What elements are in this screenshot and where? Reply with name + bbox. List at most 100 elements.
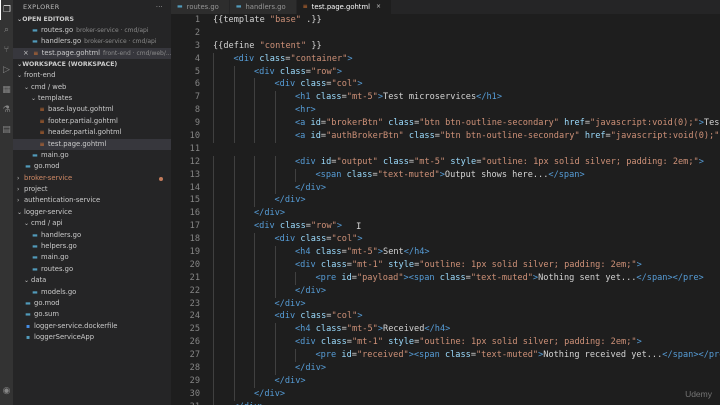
search-icon[interactable]: ⌕ — [0, 20, 13, 40]
file-item[interactable]: ▬ helpers.go — [13, 241, 171, 252]
line-number: 21 — [189, 272, 200, 283]
code-lines: 1 {{template "base" .}} 2 3 {{define "conten… — [171, 14, 720, 405]
file-item[interactable]: ▬ go.mod — [13, 161, 171, 172]
go-file-icon: ▬ — [32, 38, 38, 46]
code-text: <div class="mt-1" style="outline: 1px so… — [213, 336, 642, 350]
line-number: 25 — [189, 324, 200, 335]
tab-label: test.page.gohtml — [311, 3, 370, 11]
line-number: 6 — [194, 79, 200, 90]
close-icon[interactable]: × — [376, 0, 381, 14]
tab-routes-go[interactable]: ▬ routes.go — [171, 0, 230, 14]
open-editor-item[interactable]: ▬ handlers.go broker-service · cmd/api — [13, 36, 171, 47]
code-text: <hr> — [213, 104, 316, 118]
file-icon: ▬ — [32, 243, 38, 251]
editor-tabs: ▬ routes.go ▬ handlers.go ≡ test.page.go… — [171, 0, 720, 14]
file-item[interactable]: ▬ handlers.go — [13, 230, 171, 241]
workspace-header[interactable]: ⌄WORKSPACE (WORKSPACE) — [13, 59, 171, 70]
tree-item-label: front-end — [24, 71, 56, 80]
code-text: </div> — [213, 194, 306, 208]
file-item[interactable]: ▬ routes.go — [13, 264, 171, 275]
folder-item[interactable]: ⌄ cmd / web — [13, 82, 171, 93]
line-number: 22 — [189, 285, 200, 296]
file-item[interactable]: ▬ models.go — [13, 287, 171, 298]
close-icon[interactable]: × — [23, 49, 29, 57]
file-icon: ≡ — [39, 140, 45, 148]
extensions-icon[interactable]: ▦ — [0, 80, 13, 100]
docker-icon[interactable]: ▤ — [0, 120, 13, 140]
code-text: <a id="authBrokerBtn" class="btn btn-out… — [213, 130, 719, 143]
code-text: <h4 class="mt-5">Received</h4> — [213, 323, 450, 337]
go-file-icon: ▬ — [32, 27, 38, 34]
code-editor[interactable]: 1 {{template "base" .}} 2 3 {{define "conten… — [171, 14, 720, 405]
tab-test-page-gohtml[interactable]: ≡ test.page.gohtml × — [296, 0, 392, 14]
open-editor-item[interactable]: × ≡ test.page.gohtml front-end · cmd/web/..… — [13, 47, 171, 60]
code-line: 22 </div> — [171, 284, 720, 298]
line-number: 31 — [171, 401, 213, 405]
folder-item[interactable]: ⌄ logger-service — [13, 207, 171, 218]
line-number: 10 — [189, 131, 200, 142]
chevron-down-icon: ⌄ — [17, 72, 23, 80]
open-editors-header[interactable]: ⌄OPEN EDITORS — [13, 14, 171, 25]
line-number: 3 — [194, 40, 200, 51]
file-item[interactable]: ▬ go.sum — [13, 309, 171, 320]
file-item[interactable]: ≡ footer.partial.gohtml — [13, 116, 171, 127]
file-item[interactable]: ≡ header.partial.gohtml — [13, 127, 171, 138]
line-number: 12 — [189, 156, 200, 167]
file-item[interactable]: ≡ test.page.gohtml — [13, 138, 171, 150]
line-number: 17 — [189, 221, 200, 232]
open-editors-list: ▬ routes.go broker-service · cmd/api ▬ handl… — [13, 25, 171, 60]
source-control-icon[interactable]: ⑂ — [0, 40, 13, 60]
tree-item-label: main.go — [41, 253, 69, 262]
file-item[interactable]: ▬ main.go — [13, 252, 171, 263]
code-line: 31</div> — [171, 400, 720, 405]
code-text: <div id="output" class="mt-5" style="out… — [213, 155, 704, 169]
tree-item-label: data — [31, 276, 47, 285]
code-line: 29 </div> — [171, 374, 720, 388]
code-text: <div class="col"> — [213, 310, 363, 324]
line-number: 4 — [194, 53, 200, 64]
tree-item-label: loggerServiceApp — [34, 333, 95, 342]
code-line: 6 <div class="col"> — [171, 78, 720, 92]
code-text: </div> — [213, 297, 306, 311]
folder-item[interactable]: › project — [13, 184, 171, 195]
line-number: 7 — [194, 92, 200, 103]
file-item[interactable]: ▬ go.mod — [13, 298, 171, 309]
files-icon[interactable]: ❐ — [0, 0, 13, 20]
code-text: <pre id="payload"><span class="text-mute… — [213, 271, 704, 285]
tab-handlers-go[interactable]: ▬ handlers.go — [229, 0, 297, 14]
file-item[interactable]: ▬ main.go — [13, 150, 171, 161]
folder-item[interactable]: ⌄ cmd / api — [13, 218, 171, 229]
code-line: 8 <hr> — [171, 104, 720, 118]
file-icon: ≡ — [39, 129, 45, 137]
line-number: 11 — [189, 143, 200, 154]
folder-item[interactable]: ⌄ front-end — [13, 70, 171, 81]
line-number: 5 — [194, 66, 200, 77]
folder-item[interactable]: ⌄ data — [13, 275, 171, 286]
file-item[interactable]: ▪ logger-service.dockerfile — [13, 321, 171, 332]
folder-item[interactable]: › authentication-service — [13, 195, 171, 206]
tree-item-label: footer.partial.gohtml — [48, 116, 118, 125]
folder-item[interactable]: ⌄ templates — [13, 93, 171, 104]
test-flask-icon[interactable]: ⚗ — [0, 100, 13, 120]
folder-item[interactable]: › broker-service — [13, 173, 171, 184]
file-icon: ▬ — [25, 163, 31, 171]
code-line: 30 </div> — [171, 387, 720, 401]
tree-item-label: header.partial.gohtml — [48, 128, 122, 137]
open-editor-item[interactable]: ▬ routes.go broker-service · cmd/api — [13, 25, 171, 36]
run-debug-icon[interactable]: ▷ — [0, 60, 13, 80]
file-item[interactable]: ▪ loggerServiceApp — [13, 332, 171, 343]
tree-item-label: cmd / api — [31, 219, 63, 228]
code-text: </div> — [213, 362, 326, 375]
chevron-down-icon: ⌄ — [24, 83, 30, 91]
tree-item-label: base.layout.gohtml — [48, 105, 114, 114]
chevron-right-icon: › — [17, 186, 20, 194]
chevron-right-icon: › — [17, 174, 20, 182]
explorer-sidebar: EXPLORER ··· ⌄OPEN EDITORS ▬ routes.go bro… — [13, 0, 171, 405]
more-actions-icon[interactable]: ··· — [156, 0, 163, 14]
code-line: 25 <h4 class="mt-5">Received</h4> — [171, 323, 720, 337]
file-path: front-end · cmd/web/... — [103, 49, 171, 57]
code-line: 18 <div class="col"> — [171, 233, 720, 247]
file-item[interactable]: ≡ base.layout.gohtml — [13, 104, 171, 115]
account-icon[interactable]: ◉ — [0, 381, 13, 401]
code-line: 20 <div class="mt-1" style="outline: 1px … — [171, 258, 720, 272]
